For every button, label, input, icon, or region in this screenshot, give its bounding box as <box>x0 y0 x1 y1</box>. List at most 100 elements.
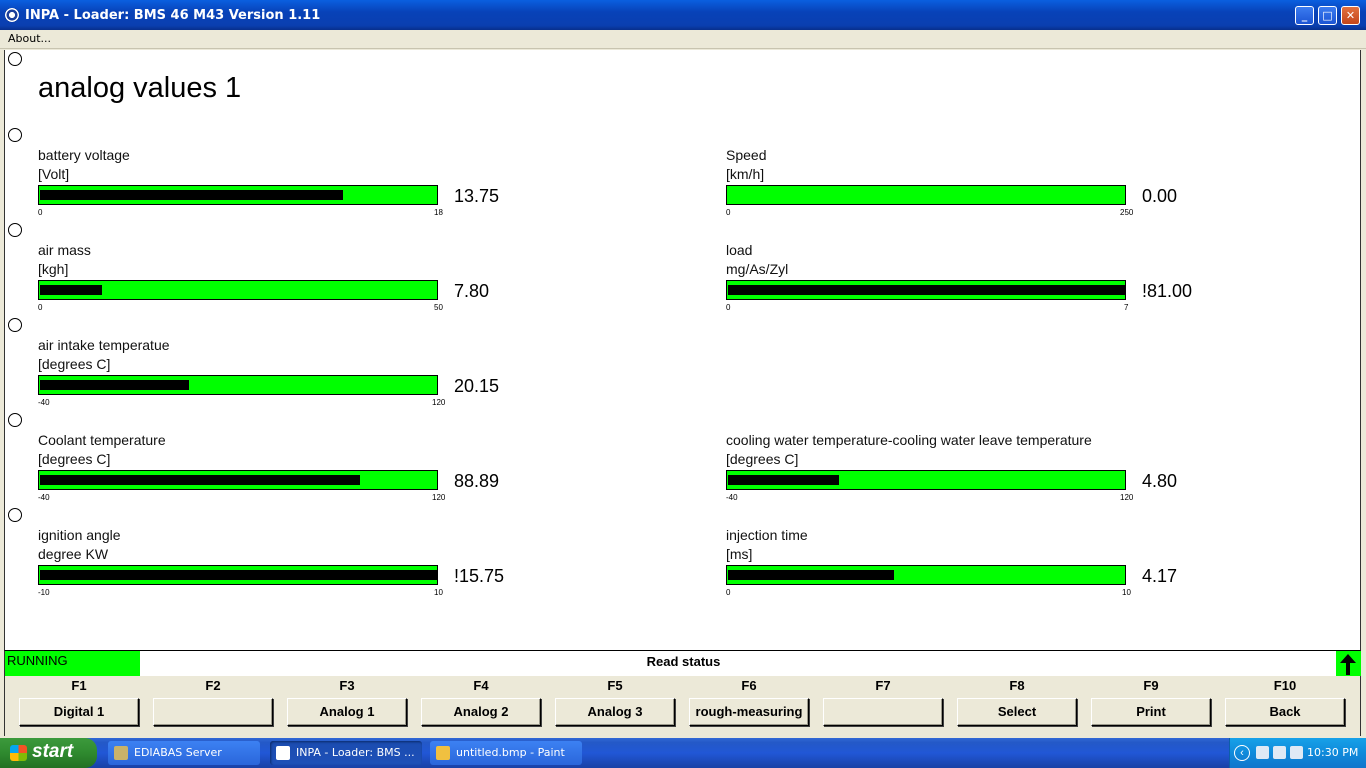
gauge-min: 0 <box>726 208 731 217</box>
gauge-value: 88.89 <box>454 471 500 491</box>
gauge: cooling water temperature-cooling water … <box>726 432 1286 522</box>
maximize-button[interactable]: □ <box>1318 6 1337 25</box>
gauge-unit: [degrees C] <box>726 451 799 467</box>
gauge-fill <box>40 475 360 485</box>
radio-button[interactable] <box>8 318 22 332</box>
radio-button[interactable] <box>8 508 22 522</box>
taskbar-item[interactable]: INPA - Loader: BMS ... <box>270 741 422 765</box>
radio-button[interactable] <box>8 52 22 66</box>
gauge-min: 0 <box>38 303 43 312</box>
gauge-max: 10 <box>433 588 443 597</box>
status-row: RUNNING Read status <box>4 650 1361 676</box>
up-arrow-icon[interactable] <box>1336 651 1361 676</box>
gauge-label: air intake temperatue <box>38 337 170 353</box>
display-icon[interactable] <box>1290 746 1303 759</box>
gauge-min: -40 <box>726 493 738 502</box>
fkey-label-f3: F3 <box>339 678 355 693</box>
gauge-min: 0 <box>38 208 43 217</box>
fkey-label-f6: F6 <box>741 678 757 693</box>
gauge-value: 20.15 <box>454 376 500 396</box>
paint-icon <box>436 746 450 760</box>
minimize-button[interactable]: _ <box>1295 6 1314 25</box>
gauge-min: -10 <box>38 588 50 597</box>
bmw-logo-icon <box>5 8 19 22</box>
fkey-button-f5[interactable]: Analog 3 <box>555 698 675 726</box>
menu-bar: About... <box>0 30 1366 49</box>
gauge-unit: [degrees C] <box>38 451 111 467</box>
gauge-unit: mg/As/Zyl <box>726 261 789 277</box>
gauge-label: air mass <box>38 242 91 258</box>
gauge: injection time [ms] 0 10 4.17 <box>726 527 1286 617</box>
gauge-min: 0 <box>726 588 731 597</box>
gauge: ignition angle degree KW -10 10 !15.75 <box>38 527 598 617</box>
gauge-fill <box>40 380 189 390</box>
chevron-left-icon[interactable]: ‹ <box>1234 745 1250 761</box>
radio-button[interactable] <box>8 128 22 142</box>
gauge-bar <box>726 470 1126 490</box>
fkey-label-f7: F7 <box>875 678 891 693</box>
fkey-button-f3[interactable]: Analog 1 <box>287 698 407 726</box>
gauge-fill <box>40 570 437 580</box>
radio-button[interactable] <box>8 413 22 427</box>
gauge-value: !15.75 <box>454 566 505 586</box>
fkey-label-f9: F9 <box>1143 678 1159 693</box>
inpa-icon <box>276 746 290 760</box>
gauge-min: -40 <box>38 398 50 407</box>
gauge-bar <box>38 280 438 300</box>
gauge: load mg/As/Zyl 0 7 !81.00 <box>726 242 1286 332</box>
ediabas-icon <box>114 746 128 760</box>
close-button[interactable]: ✕ <box>1341 6 1360 25</box>
start-button[interactable]: start <box>0 738 97 768</box>
fkey-button-f6[interactable]: rough-measuring <box>689 698 809 726</box>
gauge-unit: degree KW <box>38 546 109 562</box>
taskbar-item-label: INPA - Loader: BMS ... <box>296 746 415 759</box>
gauge-max: 120 <box>431 398 446 407</box>
gauge-label: ignition angle <box>38 527 121 543</box>
gauge-max: 18 <box>433 208 443 217</box>
gauge-fill <box>728 285 1125 295</box>
gauge-max: 10 <box>1121 588 1131 597</box>
gauge-label: Speed <box>726 147 767 163</box>
network-icon[interactable] <box>1256 746 1269 759</box>
taskbar-item[interactable]: untitled.bmp - Paint <box>430 741 582 765</box>
fkey-button-f2[interactable] <box>153 698 273 726</box>
function-key-bar: F1 Digital 1 F2 F3 Analog 1 F4 Analog 2 F5 Analo… <box>4 676 1361 736</box>
gauge-label: load <box>726 242 753 258</box>
taskbar-item[interactable]: EDIABAS Server <box>108 741 260 765</box>
client-area: analog values 1 battery voltage [Volt] 0 18… <box>4 50 1361 650</box>
fkey-label-f1: F1 <box>71 678 87 693</box>
gauge-bar <box>726 565 1126 585</box>
power-icon[interactable] <box>1273 746 1286 759</box>
gauge-label: Coolant temperature <box>38 432 166 448</box>
taskbar-item-label: EDIABAS Server <box>134 746 222 759</box>
radio-button[interactable] <box>8 223 22 237</box>
gauge-bar <box>726 185 1126 205</box>
fkey-button-f9[interactable]: Print <box>1091 698 1211 726</box>
gauge-bar <box>38 375 438 395</box>
gauge-max: 50 <box>433 303 443 312</box>
menu-about[interactable]: About... <box>8 32 51 45</box>
fkey-button-f8[interactable]: Select <box>957 698 1077 726</box>
gauge-value: 7.80 <box>454 281 490 301</box>
gauge-bar <box>38 185 438 205</box>
fkey-button-f10[interactable]: Back <box>1225 698 1345 726</box>
fkey-button-f7[interactable] <box>823 698 943 726</box>
title-bar[interactable]: INPA - Loader: BMS 46 M43 Version 1.11 _… <box>0 0 1366 30</box>
gauge-fill <box>728 475 839 485</box>
gauge-unit: [kgh] <box>38 261 69 277</box>
gauge: battery voltage [Volt] 0 18 13.75 <box>38 147 598 237</box>
fkey-button-f1[interactable]: Digital 1 <box>19 698 139 726</box>
gauge: air intake temperatue [degrees C] -40 120 20… <box>38 337 598 427</box>
gauge-unit: [Volt] <box>38 166 70 182</box>
gauge-min: 0 <box>726 303 731 312</box>
gauge-bar <box>38 470 438 490</box>
gauge-unit: [km/h] <box>726 166 765 182</box>
gauge-max: 7 <box>1123 303 1129 312</box>
page-title: analog values 1 <box>38 72 242 104</box>
fkey-label-f2: F2 <box>205 678 221 693</box>
fkey-button-f4[interactable]: Analog 2 <box>421 698 541 726</box>
taskbar-item-label: untitled.bmp - Paint <box>456 746 565 759</box>
gauge-value: !81.00 <box>1142 281 1193 301</box>
window-title: INPA - Loader: BMS 46 M43 Version 1.11 <box>25 8 321 23</box>
fkey-label-f10: F10 <box>1273 678 1297 693</box>
